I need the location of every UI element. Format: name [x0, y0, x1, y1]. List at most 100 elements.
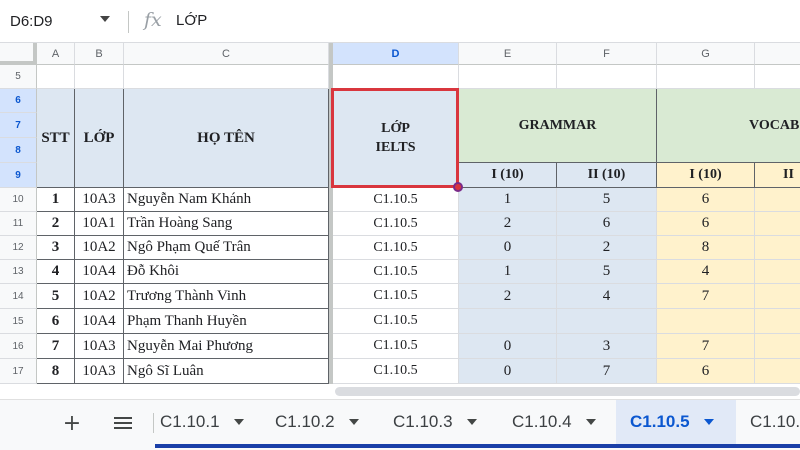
tab-dropdown-icon[interactable] — [233, 419, 244, 425]
tab-dropdown-icon[interactable] — [703, 419, 714, 425]
horizontal-scrollbar-thumb[interactable] — [335, 387, 800, 396]
cell-stt[interactable]: 4 — [37, 260, 75, 284]
all-sheets-menu-icon[interactable] — [110, 409, 136, 437]
cell-ho-ten[interactable]: Phạm Thanh Huyền — [124, 309, 329, 334]
cell-grammar-1[interactable]: 1 — [459, 188, 557, 212]
header-vocab-1[interactable]: I (10) — [657, 163, 755, 188]
row-header-8[interactable]: 8 — [0, 138, 37, 163]
header-grammar-2[interactable]: II (10) — [557, 163, 657, 188]
cell-vocab-2[interactable] — [755, 188, 800, 212]
grid-cell[interactable] — [37, 65, 75, 89]
header-lop[interactable]: LỚP — [75, 89, 124, 188]
cell-grammar-2[interactable]: 5 — [557, 188, 657, 212]
select-all-corner[interactable] — [0, 43, 37, 65]
row-header-6[interactable]: 6 — [0, 89, 37, 113]
cell-lop-ielts[interactable]: C1.10.5 — [333, 212, 459, 236]
sheet-tab-c1-10-5[interactable]: C1.10.5 — [616, 400, 736, 444]
cell-grammar-2[interactable]: 7 — [557, 359, 657, 384]
grid-cell[interactable] — [755, 65, 800, 89]
header-stt[interactable]: STT — [37, 89, 75, 188]
formula-input[interactable]: LỚP — [176, 12, 207, 29]
add-sheet-button[interactable]: + — [58, 409, 86, 437]
cell-ho-ten[interactable]: Ngô Sĩ Luân — [124, 359, 329, 384]
cell-stt[interactable]: 8 — [37, 359, 75, 384]
column-header-b[interactable]: B — [75, 43, 124, 65]
cell-ho-ten[interactable]: Nguyễn Nam Khánh — [124, 188, 329, 212]
row-header-9[interactable]: 9 — [0, 163, 37, 188]
tab-dropdown-icon[interactable] — [466, 419, 477, 425]
cell-lop-ielts[interactable]: C1.10.5 — [333, 260, 459, 284]
cell-vocab-2[interactable] — [755, 284, 800, 309]
sheet-tab-c1-10-3[interactable]: C1.10.3 — [393, 400, 493, 444]
column-header-f[interactable]: F — [557, 43, 657, 65]
cell-stt[interactable]: 6 — [37, 309, 75, 334]
cell-stt[interactable]: 1 — [37, 188, 75, 212]
row-header-5[interactable]: 5 — [0, 65, 37, 89]
cell-ho-ten[interactable]: Trương Thành Vinh — [124, 284, 329, 309]
cell-vocab-1[interactable] — [657, 309, 755, 334]
cell-vocab-1[interactable]: 7 — [657, 334, 755, 359]
tab-dropdown-icon[interactable] — [585, 419, 596, 425]
cell-ho-ten[interactable]: Đỗ Khôi — [124, 260, 329, 284]
cell-grammar-1[interactable]: 1 — [459, 260, 557, 284]
name-box[interactable]: D6:D9 — [0, 0, 128, 43]
tab-dropdown-icon[interactable] — [348, 419, 359, 425]
cell-lop-ielts[interactable]: C1.10.5 — [333, 309, 459, 334]
cell-vocab-2[interactable] — [755, 334, 800, 359]
row-header-15[interactable]: 15 — [0, 309, 37, 334]
fill-handle[interactable] — [453, 182, 463, 192]
cell-stt[interactable]: 5 — [37, 284, 75, 309]
cell-lop[interactable]: 10A1 — [75, 212, 124, 236]
cell-vocab-2[interactable] — [755, 236, 800, 260]
cell-grammar-1[interactable] — [459, 309, 557, 334]
cell-lop[interactable]: 10A3 — [75, 334, 124, 359]
cell-vocab-1[interactable]: 8 — [657, 236, 755, 260]
cell-vocab-1[interactable]: 6 — [657, 359, 755, 384]
cell-vocab-2[interactable] — [755, 212, 800, 236]
cell-grammar-1[interactable]: 2 — [459, 212, 557, 236]
column-header-g[interactable]: G — [657, 43, 755, 65]
grid-cell[interactable] — [459, 65, 557, 89]
cell-lop-ielts[interactable]: C1.10.5 — [333, 334, 459, 359]
cell-grammar-2[interactable]: 4 — [557, 284, 657, 309]
header-grammar-1[interactable]: I (10) — [459, 163, 557, 188]
header-vocab-2[interactable]: II — [755, 163, 800, 188]
cell-grammar-2[interactable]: 3 — [557, 334, 657, 359]
column-header-a[interactable]: A — [37, 43, 75, 65]
row-header-7[interactable]: 7 — [0, 113, 37, 138]
cell-lop-ielts[interactable]: C1.10.5 — [333, 284, 459, 309]
cell-lop-ielts[interactable]: C1.10.5 — [333, 359, 459, 384]
cell-stt[interactable]: 7 — [37, 334, 75, 359]
cell-vocab-1[interactable]: 6 — [657, 212, 755, 236]
sheet-tab-c1-10-1[interactable]: C1.10.1 — [160, 400, 260, 444]
row-header-16[interactable]: 16 — [0, 334, 37, 359]
cell-lop-ielts[interactable]: C1.10.5 — [333, 188, 459, 212]
frozen-column-divider[interactable] — [329, 43, 333, 384]
cell-stt[interactable]: 2 — [37, 212, 75, 236]
name-box-dropdown-icon[interactable] — [100, 16, 110, 22]
cell-grammar-1[interactable]: 0 — [459, 359, 557, 384]
grid-cell[interactable] — [557, 65, 657, 89]
cell-lop[interactable]: 10A2 — [75, 284, 124, 309]
cell-vocab-1[interactable]: 7 — [657, 284, 755, 309]
cell-vocab-2[interactable] — [755, 260, 800, 284]
cell-grammar-2[interactable]: 6 — [557, 212, 657, 236]
cell-ho-ten[interactable]: Nguyễn Mai Phương — [124, 334, 329, 359]
cell-grammar-2[interactable]: 5 — [557, 260, 657, 284]
cell-stt[interactable]: 3 — [37, 236, 75, 260]
sheet-tab-c1-10-6[interactable]: C1.10. — [750, 400, 800, 444]
cell-grammar-1[interactable]: 0 — [459, 236, 557, 260]
cell-vocab-2[interactable] — [755, 359, 800, 384]
sheet-tab-c1-10-2[interactable]: C1.10.2 — [275, 400, 375, 444]
row-header-14[interactable]: 14 — [0, 284, 37, 309]
cell-vocab-2[interactable] — [755, 309, 800, 334]
row-header-13[interactable]: 13 — [0, 260, 37, 284]
row-header-10[interactable]: 10 — [0, 188, 37, 212]
header-vocab[interactable]: VOCAB — [657, 89, 800, 163]
row-header-12[interactable]: 12 — [0, 236, 37, 260]
grid-cell[interactable] — [124, 65, 329, 89]
column-header-d[interactable]: D — [333, 43, 459, 65]
row-header-11[interactable]: 11 — [0, 212, 37, 236]
grid-cell[interactable] — [657, 65, 755, 89]
column-header-e[interactable]: E — [459, 43, 557, 65]
